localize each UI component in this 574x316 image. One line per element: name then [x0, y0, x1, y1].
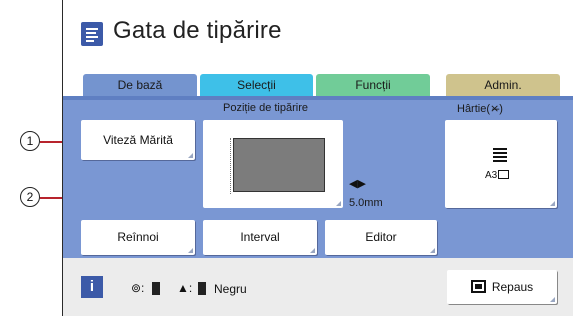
renew-label: Reînnoi — [117, 230, 159, 244]
header: Gata de tipărire — [63, 0, 573, 72]
ink-icon: ▲: — [177, 281, 193, 295]
status-bar: i ⊚: ▲: Negru Repaus — [63, 258, 573, 316]
print-position-label: Poziție de tipărire — [223, 102, 308, 114]
paper-label-text: Hârtie( — [457, 103, 491, 115]
button-corner-mark — [550, 201, 555, 206]
button-corner-mark — [550, 297, 555, 302]
print-position-value: 5.0mm — [349, 197, 383, 209]
master-level-indicator — [152, 282, 160, 295]
editor-button[interactable]: Editor — [325, 220, 437, 255]
paper-stack-icon — [493, 148, 507, 164]
print-position-preview[interactable] — [203, 120, 343, 208]
paper-size-label: A3 — [485, 170, 510, 181]
tab-functii[interactable]: Funcții — [316, 74, 430, 96]
editor-label: Editor — [365, 230, 397, 244]
tab-selectii[interactable]: Selecții — [200, 74, 313, 96]
position-arrows-icon: ◀▶ — [349, 178, 366, 190]
action-button-row: Reînnoi Interval Editor — [63, 217, 573, 258]
button-corner-mark — [310, 248, 315, 253]
button-corner-mark — [336, 201, 341, 206]
sleep-button[interactable]: Repaus — [447, 270, 557, 304]
paper-label-end: ) — [499, 103, 503, 115]
info-icon[interactable]: i — [81, 276, 103, 298]
sleep-icon — [470, 280, 486, 293]
master-icon: ⊚: — [131, 281, 145, 295]
sleep-label: Repaus — [491, 280, 534, 294]
panel-top-stripe — [63, 96, 573, 100]
renew-button[interactable]: Reînnoi — [81, 220, 195, 255]
paper-size-value: A3 — [485, 170, 498, 181]
paper-label: Hârtie(⨯̶) — [457, 102, 503, 115]
page-title: Gata de tipărire — [113, 17, 282, 44]
callout-number-2: 2 — [20, 187, 40, 207]
button-corner-mark — [188, 248, 193, 253]
high-speed-label: Viteză Mărită — [103, 133, 173, 147]
paper-auto-icon: ⨯̶ — [490, 103, 500, 115]
ready-status-icon — [81, 22, 103, 46]
interval-button[interactable]: Interval — [203, 220, 317, 255]
ink-color-label: Negru — [214, 282, 247, 296]
paper-orientation-icon — [498, 170, 510, 179]
interval-label: Interval — [240, 230, 280, 244]
callout-number-1: 1 — [20, 131, 40, 151]
tab-admin[interactable]: Admin. — [446, 74, 560, 96]
margin-guide — [230, 138, 231, 194]
tab-de-baza[interactable]: De bază — [83, 74, 197, 96]
button-corner-mark — [430, 248, 435, 253]
high-speed-button[interactable]: Viteză Mărită — [81, 120, 195, 160]
printer-screen: Gata de tipărire De bază Selecții Funcți… — [62, 0, 574, 316]
paper-button[interactable]: A3 — [445, 120, 557, 208]
button-corner-mark — [188, 153, 193, 158]
ink-level-indicator — [198, 282, 206, 295]
print-area-preview — [233, 138, 325, 192]
